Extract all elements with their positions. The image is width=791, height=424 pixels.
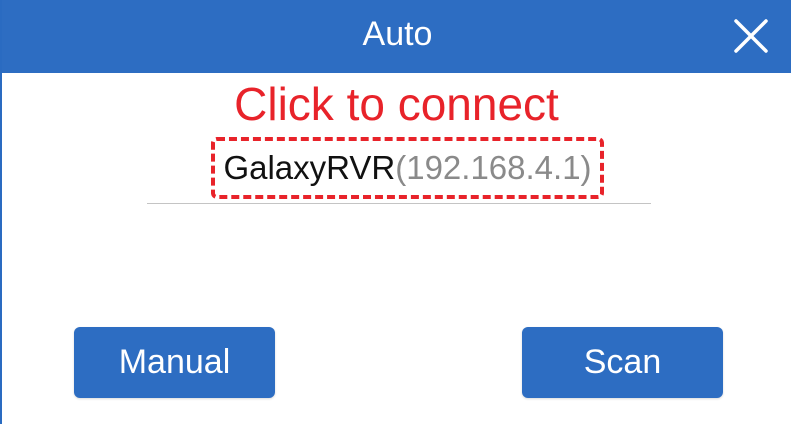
close-icon — [734, 19, 768, 53]
scan-button[interactable]: Scan — [522, 327, 723, 398]
manual-button[interactable]: Manual — [74, 327, 275, 398]
device-name: GalaxyRVR — [223, 149, 396, 186]
device-entry-galaxyrvr[interactable]: GalaxyRVR (192.168.4.1) — [211, 137, 604, 199]
auto-connect-dialog: Auto Click to connect GalaxyRVR (192.168.… — [0, 0, 791, 424]
dialog-title: Auto — [362, 15, 433, 53]
connect-hint: Click to connect — [234, 78, 559, 130]
dialog-titlebar: Auto — [2, 0, 791, 73]
device-ip: (192.168.4.1) — [395, 149, 592, 186]
close-button[interactable] — [731, 16, 771, 56]
device-list-item: GalaxyRVR (192.168.4.1) — [147, 135, 651, 204]
